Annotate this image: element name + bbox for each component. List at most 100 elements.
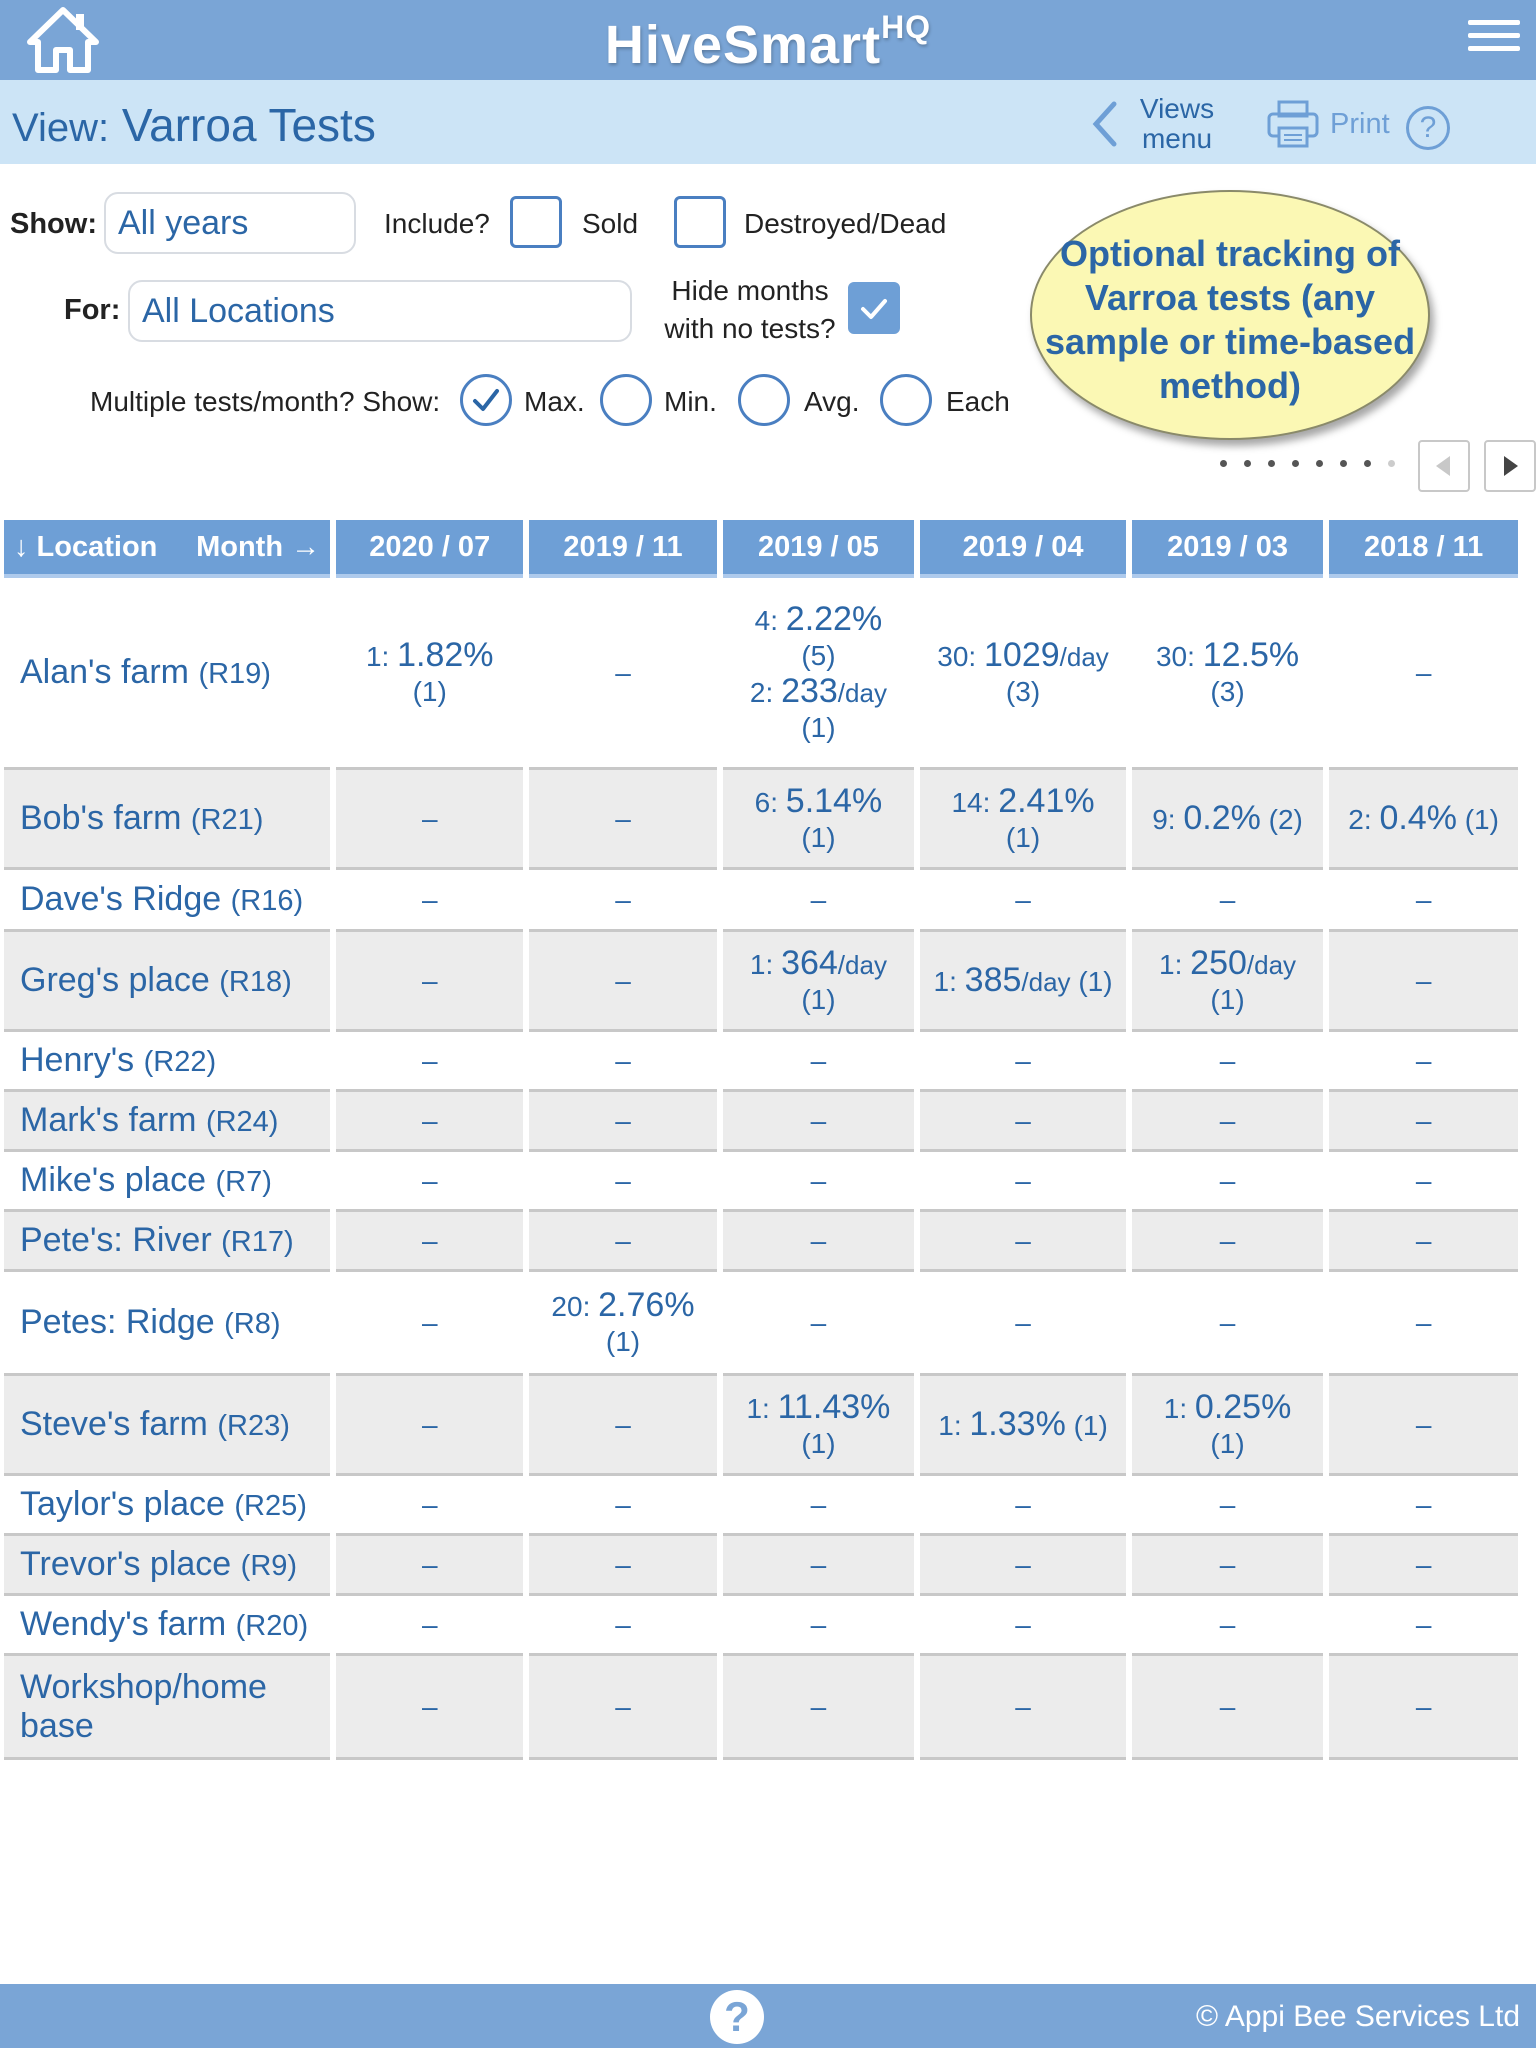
result-cell[interactable]: – bbox=[920, 1656, 1126, 1760]
result-cell[interactable]: – bbox=[1329, 1092, 1518, 1152]
month-column-header[interactable]: 2019 / 04 bbox=[920, 520, 1126, 578]
scroll-right-button[interactable] bbox=[1484, 440, 1536, 492]
result-cell[interactable]: 1: 364/day (1) bbox=[722, 932, 915, 1032]
radio-max[interactable] bbox=[460, 374, 512, 426]
month-column-header[interactable]: 2019 / 03 bbox=[1131, 520, 1324, 578]
location-cell[interactable]: Mark's farm (R24) bbox=[4, 1092, 331, 1152]
table-row[interactable]: Petes: Ridge (R8) – 20: 2.76% (1) – – – – bbox=[4, 1272, 1518, 1376]
location-cell[interactable]: Workshop/home base bbox=[4, 1656, 331, 1760]
result-cell[interactable]: – bbox=[336, 1032, 524, 1092]
result-cell[interactable]: 6: 5.14% (1) bbox=[722, 770, 915, 870]
location-cell[interactable]: Taylor's place (R25) bbox=[4, 1476, 331, 1536]
result-cell[interactable]: – bbox=[529, 1536, 717, 1596]
month-column-header[interactable]: 2019 / 11 bbox=[529, 520, 717, 578]
result-cell[interactable]: – bbox=[1131, 870, 1324, 932]
result-cell[interactable]: 1: 250/day (1) bbox=[1131, 932, 1324, 1032]
result-cell[interactable]: 4: 2.22% (5) 2: 233/day (1) bbox=[722, 578, 915, 770]
years-select[interactable]: All years bbox=[104, 192, 356, 254]
table-row[interactable]: Taylor's place (R25) – – – – – – bbox=[4, 1476, 1518, 1536]
result-cell[interactable]: 20: 2.76% (1) bbox=[529, 1272, 717, 1376]
result-cell[interactable]: – bbox=[1131, 1152, 1324, 1212]
result-cell[interactable]: 30: 1029/day (3) bbox=[920, 578, 1126, 770]
radio-avg[interactable] bbox=[738, 374, 790, 426]
result-cell[interactable]: – bbox=[336, 1272, 524, 1376]
result-cell[interactable]: – bbox=[529, 1376, 717, 1476]
result-cell[interactable]: – bbox=[920, 1152, 1126, 1212]
result-cell[interactable]: – bbox=[1329, 1536, 1518, 1596]
result-cell[interactable]: – bbox=[529, 770, 717, 870]
month-column-header[interactable]: 2018 / 11 bbox=[1329, 520, 1518, 578]
result-cell[interactable]: – bbox=[722, 1092, 915, 1152]
result-cell[interactable]: – bbox=[722, 1032, 915, 1092]
location-cell[interactable]: Pete's: River (R17) bbox=[4, 1212, 331, 1272]
table-row[interactable]: Mark's farm (R24) – – – – – – bbox=[4, 1092, 1518, 1152]
result-cell[interactable]: 2: 0.4% (1) bbox=[1329, 770, 1518, 870]
location-cell[interactable]: Alan's farm (R19) bbox=[4, 578, 331, 770]
result-cell[interactable]: – bbox=[920, 1092, 1126, 1152]
result-cell[interactable]: – bbox=[1131, 1656, 1324, 1760]
result-cell[interactable]: – bbox=[336, 1656, 524, 1760]
result-cell[interactable]: – bbox=[529, 1152, 717, 1212]
result-cell[interactable]: – bbox=[1329, 1376, 1518, 1476]
result-cell[interactable]: – bbox=[529, 870, 717, 932]
result-cell[interactable]: – bbox=[722, 870, 915, 932]
result-cell[interactable]: – bbox=[1329, 1212, 1518, 1272]
table-row[interactable]: Greg's place (R18) – –1: 364/day (1) 1: 385/… bbox=[4, 932, 1518, 1032]
result-cell[interactable]: – bbox=[529, 1212, 717, 1272]
result-cell[interactable]: – bbox=[722, 1596, 915, 1656]
destroyed-dead-checkbox[interactable] bbox=[674, 196, 726, 248]
hamburger-icon[interactable] bbox=[1468, 20, 1520, 60]
location-cell[interactable]: Wendy's farm (R20) bbox=[4, 1596, 331, 1656]
scroll-left-button[interactable] bbox=[1418, 440, 1470, 492]
result-cell[interactable]: – bbox=[1131, 1596, 1324, 1656]
result-cell[interactable]: – bbox=[920, 870, 1126, 932]
result-cell[interactable]: 1: 385/day (1) bbox=[920, 932, 1126, 1032]
month-column-header[interactable]: 2020 / 07 bbox=[336, 520, 524, 578]
table-row[interactable]: Mike's place (R7) – – – – – – bbox=[4, 1152, 1518, 1212]
result-cell[interactable]: – bbox=[336, 1476, 524, 1536]
result-cell[interactable]: – bbox=[336, 1376, 524, 1476]
result-cell[interactable]: – bbox=[529, 578, 717, 770]
result-cell[interactable]: – bbox=[920, 1536, 1126, 1596]
result-cell[interactable]: – bbox=[920, 1272, 1126, 1376]
result-cell[interactable]: – bbox=[1329, 932, 1518, 1032]
result-cell[interactable]: – bbox=[529, 1596, 717, 1656]
table-row[interactable]: Dave's Ridge (R16) – – – – – – bbox=[4, 870, 1518, 932]
location-cell[interactable]: Bob's farm (R21) bbox=[4, 770, 331, 870]
table-row[interactable]: Workshop/home base – – – – – – bbox=[4, 1656, 1518, 1760]
result-cell[interactable]: – bbox=[336, 1536, 524, 1596]
result-cell[interactable]: – bbox=[336, 1152, 524, 1212]
result-cell[interactable]: – bbox=[529, 1032, 717, 1092]
location-cell[interactable]: Steve's farm (R23) bbox=[4, 1376, 331, 1476]
result-cell[interactable]: 30: 12.5% (3) bbox=[1131, 578, 1324, 770]
hide-months-checkbox[interactable] bbox=[848, 282, 900, 334]
result-cell[interactable]: – bbox=[1329, 1476, 1518, 1536]
month-column-header[interactable]: 2019 / 05 bbox=[722, 520, 915, 578]
result-cell[interactable]: – bbox=[529, 932, 717, 1032]
result-cell[interactable]: 9: 0.2% (2) bbox=[1131, 770, 1324, 870]
result-cell[interactable]: – bbox=[1329, 870, 1518, 932]
result-cell[interactable]: – bbox=[336, 870, 524, 932]
result-cell[interactable]: – bbox=[336, 1596, 524, 1656]
location-cell[interactable]: Greg's place (R18) bbox=[4, 932, 331, 1032]
result-cell[interactable]: 1: 0.25% (1) bbox=[1131, 1376, 1324, 1476]
location-month-header[interactable]: ↓ Location Month → bbox=[4, 520, 331, 578]
radio-min[interactable] bbox=[600, 374, 652, 426]
sold-checkbox[interactable] bbox=[510, 196, 562, 248]
result-cell[interactable]: – bbox=[336, 932, 524, 1032]
result-cell[interactable]: – bbox=[920, 1596, 1126, 1656]
table-row[interactable]: Trevor's place (R9) – – – – – – bbox=[4, 1536, 1518, 1596]
result-cell[interactable]: – bbox=[1131, 1476, 1324, 1536]
result-cell[interactable]: – bbox=[722, 1212, 915, 1272]
location-cell[interactable]: Henry's (R22) bbox=[4, 1032, 331, 1092]
result-cell[interactable]: – bbox=[529, 1092, 717, 1152]
result-cell[interactable]: – bbox=[920, 1212, 1126, 1272]
result-cell[interactable]: – bbox=[1131, 1272, 1324, 1376]
location-cell[interactable]: Trevor's place (R9) bbox=[4, 1536, 331, 1596]
result-cell[interactable]: – bbox=[1329, 1656, 1518, 1760]
result-cell[interactable]: – bbox=[1329, 1596, 1518, 1656]
result-cell[interactable]: – bbox=[1329, 1152, 1518, 1212]
location-cell[interactable]: Mike's place (R7) bbox=[4, 1152, 331, 1212]
result-cell[interactable]: – bbox=[529, 1656, 717, 1760]
help-icon[interactable]: ? bbox=[710, 1990, 764, 2044]
